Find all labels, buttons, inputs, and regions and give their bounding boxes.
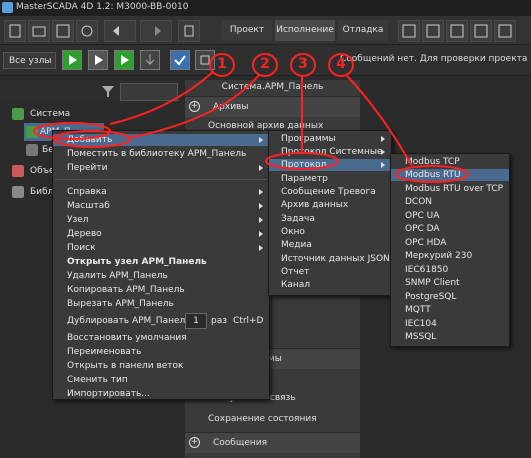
annotation-ellipse-modbus-rtu xyxy=(395,165,469,183)
annotation-label-2: 2 xyxy=(260,56,270,72)
annotation-line-2 xyxy=(127,74,260,139)
annotation-label-1: 1 xyxy=(217,56,227,72)
annotation-label-3: 3 xyxy=(298,56,308,72)
annotation-line-1 xyxy=(109,71,214,125)
annotation-ellipse-protocol xyxy=(265,152,339,170)
annotation-label-4: 4 xyxy=(336,56,346,72)
annotation-line-4 xyxy=(345,74,413,167)
